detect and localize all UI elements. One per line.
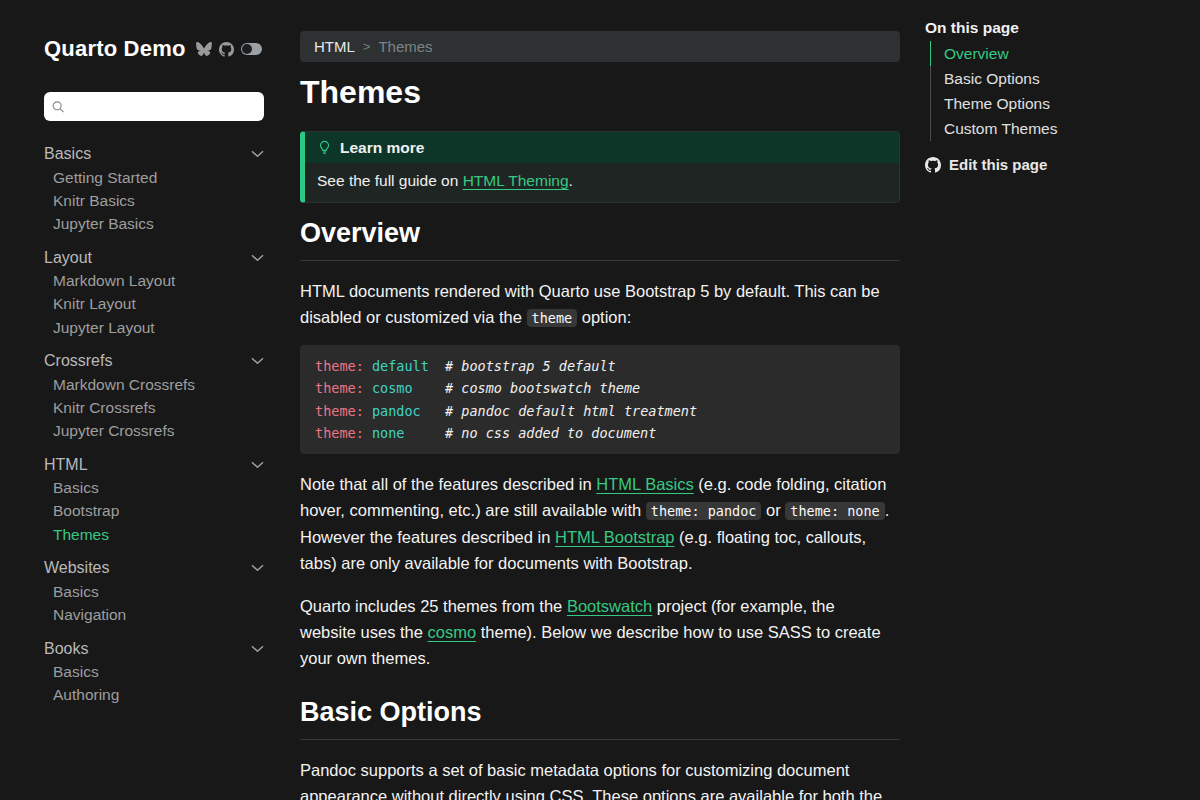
sidebar: Quarto Demo Basics Getting StartedKnitr B… xyxy=(0,0,280,800)
toc-list: OverviewBasic OptionsTheme OptionsCustom… xyxy=(930,41,1185,141)
text-run: Pandoc supports a set of basic metadata … xyxy=(300,761,882,800)
inline-link[interactable]: HTML Bootstrap xyxy=(555,528,675,546)
text-run: . xyxy=(569,172,573,189)
inline-link[interactable]: Bootswatch xyxy=(567,597,652,615)
sidebar-item-markdown-layout[interactable]: Markdown Layout xyxy=(44,270,264,293)
sidebar-item-navigation[interactable]: Navigation xyxy=(44,603,264,626)
nav-section: Websites BasicsNavigation xyxy=(44,556,264,626)
code-line: theme: cosmo # cosmo bootswatch theme xyxy=(315,377,885,399)
nav-section-label: Basics xyxy=(44,145,91,163)
breadcrumb-parent[interactable]: HTML xyxy=(314,38,355,55)
edit-this-page-label: Edit this page xyxy=(949,156,1047,173)
sidebar-item-themes[interactable]: Themes xyxy=(44,523,264,546)
overview-paragraph-1: HTML documents rendered with Quarto use … xyxy=(300,278,900,331)
nav-section-header[interactable]: Layout xyxy=(44,246,264,270)
toc-sidebar: On this page OverviewBasic OptionsTheme … xyxy=(925,0,1185,800)
chevron-down-icon xyxy=(251,461,264,469)
basic-options-paragraph-1: Pandoc supports a set of basic metadata … xyxy=(300,757,900,800)
toggle-knob xyxy=(242,44,252,54)
inline-code: theme xyxy=(527,309,578,327)
inline-link[interactable]: HTML Theming xyxy=(463,172,569,189)
chevron-down-icon xyxy=(251,564,264,572)
nav-section-header[interactable]: Basics xyxy=(44,142,264,166)
sidebar-item-jupyter-basics[interactable]: Jupyter Basics xyxy=(44,212,264,235)
code-line: theme: none # no css added to document xyxy=(315,422,885,444)
text-run: See the full guide on xyxy=(317,172,463,189)
inline-code: theme: pandoc xyxy=(646,502,762,520)
nav-section: Layout Markdown LayoutKnitr LayoutJupyter… xyxy=(44,246,264,340)
nav-section-label: Websites xyxy=(44,559,110,577)
nav-section-header[interactable]: Crossrefs xyxy=(44,349,264,373)
edit-this-page-link[interactable]: Edit this page xyxy=(925,156,1185,173)
sidebar-item-markdown-crossrefs[interactable]: Markdown Crossrefs xyxy=(44,373,264,396)
sidebar-item-authoring[interactable]: Authoring xyxy=(44,684,264,707)
dark-mode-toggle[interactable] xyxy=(241,43,262,55)
callout-tip: Learn more See the full guide on HTML Th… xyxy=(300,131,900,203)
overview-heading: Overview xyxy=(300,218,900,261)
nav-section-header[interactable]: Books xyxy=(44,637,264,661)
sidebar-header: Quarto Demo xyxy=(44,36,264,62)
search-input[interactable] xyxy=(71,99,256,115)
code-line: theme: pandoc # pandoc default html trea… xyxy=(315,400,885,422)
basic-options-heading: Basic Options xyxy=(300,697,900,740)
sidebar-item-jupyter-layout[interactable]: Jupyter Layout xyxy=(44,316,264,339)
github-icon[interactable] xyxy=(219,42,234,57)
page-layout: Quarto Demo Basics Getting StartedKnitr B… xyxy=(0,0,1200,800)
nav-section-header[interactable]: HTML xyxy=(44,453,264,477)
sidebar-item-getting-started[interactable]: Getting Started xyxy=(44,166,264,189)
text-run: option: xyxy=(577,308,631,326)
toc-item-theme-options[interactable]: Theme Options xyxy=(930,91,1185,116)
toc-title: On this page xyxy=(925,19,1185,37)
nav-section-label: Crossrefs xyxy=(44,352,112,370)
toc-item-overview[interactable]: Overview xyxy=(930,41,1185,66)
nav-section-label: Books xyxy=(44,640,88,658)
breadcrumb: HTML > Themes xyxy=(300,31,900,62)
chevron-down-icon xyxy=(251,645,264,653)
bluesky-icon[interactable] xyxy=(196,42,212,56)
code-line: theme: default # bootstrap 5 default xyxy=(315,355,885,377)
search-icon xyxy=(52,100,65,114)
nav-section-header[interactable]: Websites xyxy=(44,556,264,580)
callout-title: Learn more xyxy=(340,137,424,158)
search-box[interactable] xyxy=(44,92,264,121)
sidebar-item-bootstrap[interactable]: Bootstrap xyxy=(44,500,264,523)
inline-link[interactable]: cosmo xyxy=(428,623,477,641)
nav-section-label: HTML xyxy=(44,456,88,474)
breadcrumb-current: Themes xyxy=(378,38,432,55)
inline-link[interactable]: HTML Basics xyxy=(596,475,694,493)
text-run: or xyxy=(761,501,785,519)
nav-section: Basics Getting StartedKnitr BasicsJupyter… xyxy=(44,142,264,236)
text-run: Note that all of the features described … xyxy=(300,475,596,493)
sidebar-item-knitr-crossrefs[interactable]: Knitr Crossrefs xyxy=(44,396,264,419)
callout-header: Learn more xyxy=(305,132,899,163)
main-content: HTML > Themes Themes Learn more See the … xyxy=(300,0,900,800)
inline-code: theme: none xyxy=(785,502,884,520)
sidebar-item-basics[interactable]: Basics xyxy=(44,580,264,603)
page-title: Themes xyxy=(300,74,900,111)
nav-section: Books BasicsAuthoring xyxy=(44,637,264,707)
sidebar-item-jupyter-crossrefs[interactable]: Jupyter Crossrefs xyxy=(44,420,264,443)
chevron-down-icon xyxy=(251,254,264,262)
sidebar-item-knitr-basics[interactable]: Knitr Basics xyxy=(44,189,264,212)
chevron-down-icon xyxy=(251,150,264,158)
nav-section: HTML BasicsBootstrapThemes xyxy=(44,453,264,547)
site-title: Quarto Demo xyxy=(44,36,186,62)
text-run: Quarto includes 25 themes from the xyxy=(300,597,567,615)
overview-paragraph-3: Quarto includes 25 themes from the Boots… xyxy=(300,593,888,671)
nav-section: Crossrefs Markdown CrossrefsKnitr Crossre… xyxy=(44,349,264,443)
sidebar-item-basics[interactable]: Basics xyxy=(44,661,264,684)
code-block: theme: default # bootstrap 5 defaultthem… xyxy=(300,345,900,454)
sidebar-item-basics[interactable]: Basics xyxy=(44,477,264,500)
breadcrumb-separator: > xyxy=(363,39,371,54)
chevron-down-icon xyxy=(251,357,264,365)
lightbulb-icon xyxy=(317,140,332,155)
toc-item-custom-themes[interactable]: Custom Themes xyxy=(930,116,1185,141)
nav-section-label: Layout xyxy=(44,249,92,267)
github-icon xyxy=(925,157,941,173)
overview-paragraph-2: Note that all of the features described … xyxy=(300,471,900,576)
sidebar-item-knitr-layout[interactable]: Knitr Layout xyxy=(44,293,264,316)
sidebar-nav: BasicsGetting StartedKnitr BasicsJupyter… xyxy=(44,142,264,707)
toc-item-basic-options[interactable]: Basic Options xyxy=(930,66,1185,91)
callout-body: See the full guide on HTML Theming. xyxy=(305,163,899,202)
